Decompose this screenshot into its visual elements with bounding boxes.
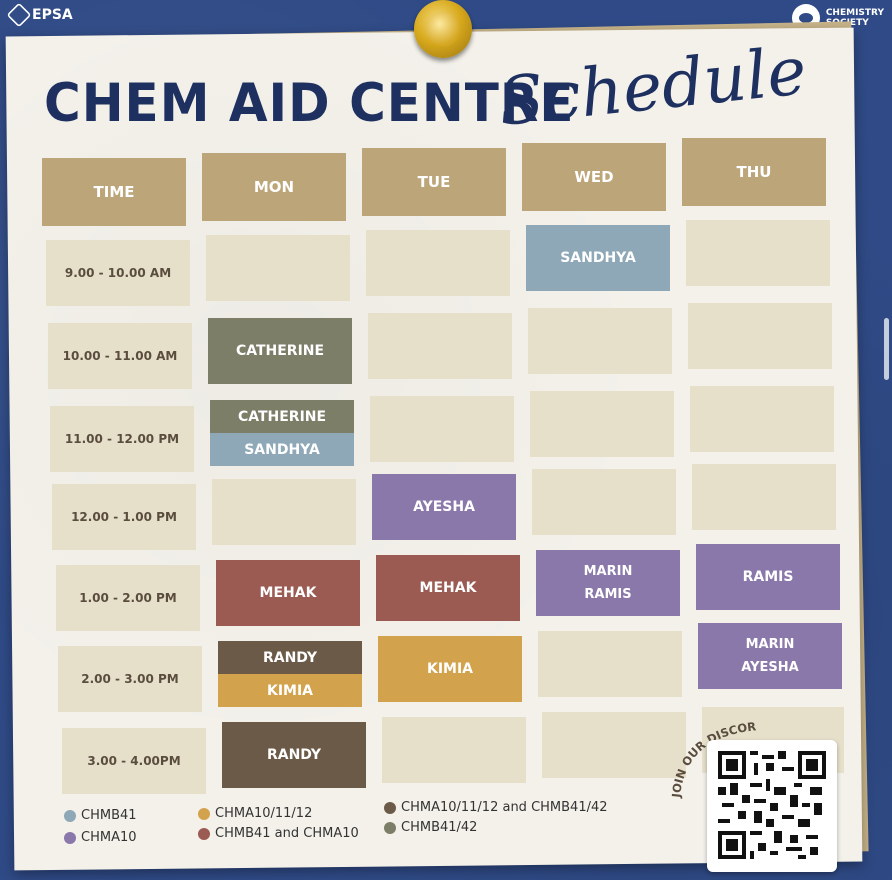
legend-label: CHMA10/11/12 and CHMB41/42 bbox=[401, 800, 608, 815]
qr-code-icon bbox=[718, 751, 826, 859]
slot-thu-r5: MARIN AYESHA bbox=[698, 623, 842, 689]
slot-empty bbox=[212, 479, 356, 545]
slot-empty bbox=[686, 220, 830, 286]
epsa-logo: EPSA bbox=[6, 2, 73, 28]
slot-tue-r5: KIMIA bbox=[378, 636, 522, 702]
slot-wed-r0: SANDHYA bbox=[526, 225, 670, 291]
legend-dot bbox=[64, 809, 76, 822]
slot-mon-r2: CATHERINE SANDHYA bbox=[210, 400, 354, 466]
slot-thu-r5-line1: MARIN bbox=[745, 637, 795, 652]
epsa-logo-text: EPSA bbox=[32, 7, 73, 23]
slot-empty bbox=[688, 303, 832, 369]
slot-mon-r2-top: CATHERINE bbox=[210, 400, 354, 433]
slot-empty bbox=[206, 235, 350, 301]
legend-label: CHMB41/42 bbox=[401, 820, 478, 835]
header-thu: THU bbox=[682, 138, 826, 206]
legend-dot bbox=[64, 831, 76, 844]
page-title: CHEM AID CENTRE bbox=[44, 72, 575, 134]
slot-empty bbox=[528, 308, 672, 374]
slot-empty bbox=[538, 631, 682, 697]
legend-item: CHMA10/11/12 bbox=[198, 806, 312, 821]
legend-item: CHMB41/42 bbox=[384, 820, 477, 835]
legend-item: CHMA10 bbox=[64, 830, 137, 845]
chem-logo-line1: CHEMISTRY bbox=[825, 8, 884, 18]
legend-dot bbox=[198, 807, 210, 820]
legend-dot bbox=[384, 821, 396, 834]
slot-empty bbox=[690, 386, 834, 452]
time-slot: 1.00 - 2.00 PM bbox=[56, 565, 200, 631]
slot-mon-r6: RANDY bbox=[222, 722, 366, 788]
legend-item: CHMB41 bbox=[64, 808, 137, 823]
legend-label: CHMB41 and CHMA10 bbox=[215, 826, 359, 841]
slot-wed-r4-line1: MARIN bbox=[583, 564, 633, 579]
time-slot: 9.00 - 10.00 AM bbox=[46, 240, 190, 306]
header-wed: WED bbox=[522, 143, 666, 211]
header-mon: MON bbox=[202, 153, 346, 221]
legend-item: CHMA10/11/12 and CHMB41/42 bbox=[384, 800, 608, 815]
legend-label: CHMA10 bbox=[81, 830, 137, 845]
time-slot: 2.00 - 3.00 PM bbox=[58, 646, 202, 712]
slot-empty bbox=[366, 230, 510, 296]
epsa-hex-icon bbox=[6, 2, 32, 28]
slot-mon-r4: MEHAK bbox=[216, 560, 360, 626]
legend-dot bbox=[384, 801, 396, 814]
slot-mon-r5-bottom: KIMIA bbox=[218, 674, 362, 707]
slot-empty bbox=[530, 391, 674, 457]
legend-label: CHMA10/11/12 bbox=[215, 806, 313, 821]
slot-mon-r2-bottom: SANDHYA bbox=[210, 433, 354, 466]
slot-wed-r4: MARIN RAMIS bbox=[536, 550, 680, 616]
legend-label: CHMB41 bbox=[81, 808, 137, 823]
time-slot: 11.00 - 12.00 PM bbox=[50, 406, 194, 472]
legend-item: CHMB41 and CHMA10 bbox=[198, 826, 359, 841]
legend-dot bbox=[198, 827, 210, 840]
time-slot: 10.00 - 11.00 AM bbox=[48, 323, 192, 389]
header-time: TIME bbox=[42, 158, 186, 226]
header-tue: TUE bbox=[362, 148, 506, 216]
time-slot: 3.00 - 4.00PM bbox=[62, 728, 206, 794]
slot-empty bbox=[370, 396, 514, 462]
slot-mon-r5-top: RANDY bbox=[218, 641, 362, 674]
slot-tue-r3: AYESHA bbox=[372, 474, 516, 540]
time-slot: 12.00 - 1.00 PM bbox=[52, 484, 196, 550]
scrollbar[interactable] bbox=[884, 318, 889, 380]
slot-tue-r4: MEHAK bbox=[376, 555, 520, 621]
discord-qr-code[interactable] bbox=[707, 740, 837, 872]
slot-thu-r5-line2: AYESHA bbox=[741, 660, 799, 675]
slot-empty bbox=[532, 469, 676, 535]
slot-empty bbox=[382, 717, 526, 783]
slot-mon-r1: CATHERINE bbox=[208, 318, 352, 384]
slot-wed-r4-line2: RAMIS bbox=[584, 587, 632, 602]
pushpin-icon bbox=[414, 0, 472, 58]
slot-thu-r4: RAMIS bbox=[696, 544, 840, 610]
slot-empty bbox=[692, 464, 836, 530]
slot-mon-r5: RANDY KIMIA bbox=[218, 641, 362, 707]
slot-empty bbox=[368, 313, 512, 379]
